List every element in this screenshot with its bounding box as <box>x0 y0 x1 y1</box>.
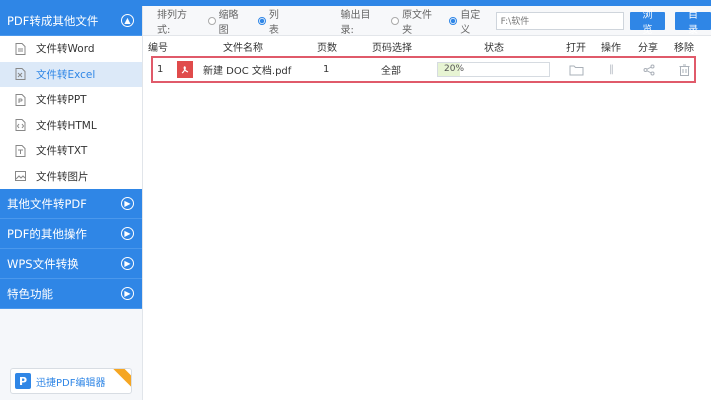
orig-folder-radio[interactable]: 原文件夹 <box>391 6 441 36</box>
col-header-status: 状态 <box>484 42 504 54</box>
table-header: 编号 文件名称 页数 页码选择 状态 打开 操作 分享 移除 <box>143 37 711 55</box>
sidebar-item-label: 文件转PPT <box>36 94 87 107</box>
pdf-editor-logo-icon: P <box>15 373 31 389</box>
thumbnail-radio[interactable]: 缩略图 <box>207 6 248 36</box>
orig-folder-label: 原文件夹 <box>402 9 433 36</box>
col-header-pages: 页数 <box>317 42 337 54</box>
custom-radio[interactable]: 自定义 <box>449 6 489 36</box>
col-header-no: 编号 <box>148 42 168 54</box>
category-pdf-other-ops[interactable]: PDF的其他操作 ▶ <box>0 219 142 249</box>
sidebar-item-label: 文件转Excel <box>36 68 96 81</box>
col-header-open: 打开 <box>566 42 586 54</box>
category-special-features[interactable]: 特色功能 ▶ <box>0 279 142 309</box>
output-dir-label: 输出目录: <box>340 9 371 36</box>
sidebar-item-excel[interactable]: 文件转Excel <box>0 61 142 87</box>
corner-ribbon <box>111 369 131 389</box>
col-header-share: 分享 <box>638 42 658 54</box>
toolbar: 排列方式: 缩略图 列表 输出目录: 原文件夹 自定义 浏览 目录 <box>143 6 711 36</box>
chevron-right-icon: ▶ <box>121 197 134 210</box>
category-other-to-pdf[interactable]: 其他文件转PDF ▶ <box>0 189 142 219</box>
col-header-range: 页码选择 <box>372 42 412 54</box>
sidebar-item-label: 文件转HTML <box>36 119 97 132</box>
sort-label: 排列方式: <box>157 9 187 36</box>
chevron-right-icon: ▶ <box>121 287 134 300</box>
doc-icon <box>14 42 26 55</box>
custom-label: 自定义 <box>460 9 481 36</box>
sidebar-item-label: 文件转图片 <box>36 170 89 183</box>
progress-cell: 20% ‖ <box>437 58 550 81</box>
list-radio[interactable]: 列表 <box>258 6 289 36</box>
chevron-right-icon: ▶ <box>121 257 134 270</box>
excel-icon <box>14 68 26 81</box>
sidebar: PDF转成其他文件 ▲ 文件转Word 文件转Excel 文件转PPT 文件转H… <box>0 6 143 400</box>
radio-selected-icon <box>258 16 266 25</box>
sidebar-item-word[interactable]: 文件转Word <box>0 36 142 62</box>
thumbnail-label: 缩略图 <box>218 9 239 36</box>
output-path-input[interactable] <box>495 11 624 30</box>
image-icon <box>14 170 26 182</box>
progress-text: 20% <box>444 64 465 74</box>
page-range-select[interactable]: 全部 <box>381 58 401 81</box>
category-label: PDF的其他操作 <box>7 226 87 241</box>
sidebar-item-image[interactable]: 文件转图片 <box>0 163 142 189</box>
promo-label: 迅捷PDF编辑器 <box>36 377 106 389</box>
sidebar-item-ppt[interactable]: 文件转PPT <box>0 87 142 113</box>
category-label: WPS文件转换 <box>7 256 79 271</box>
category-pdf-to-other[interactable]: PDF转成其他文件 ▲ <box>0 6 142 36</box>
category-label: 特色功能 <box>7 286 53 301</box>
browse-button[interactable]: 浏览 <box>629 10 666 36</box>
col-header-remove: 移除 <box>674 42 694 54</box>
file-name: 新建 DOC 文档.pdf <box>203 66 292 77</box>
chevron-up-icon: ▲ <box>121 14 134 27</box>
remove-icon[interactable] <box>679 58 690 81</box>
share-icon[interactable] <box>643 58 655 81</box>
promo-pdf-editor-button[interactable]: P 迅捷PDF编辑器 <box>10 368 132 394</box>
ppt-icon <box>14 93 26 106</box>
category-label: 其他文件转PDF <box>7 196 87 211</box>
list-label: 列表 <box>268 9 279 36</box>
page-count: 1 <box>323 64 330 75</box>
progress-bar: 20% <box>437 62 550 77</box>
sidebar-item-html[interactable]: 文件转HTML <box>0 112 142 138</box>
row-number: 1 <box>157 64 164 75</box>
col-header-action: 操作 <box>601 42 621 54</box>
sidebar-item-label: 文件转TXT <box>36 145 88 158</box>
txt-icon <box>14 144 26 157</box>
sidebar-item-txt[interactable]: 文件转TXT <box>0 138 142 164</box>
open-folder-icon[interactable] <box>569 58 584 81</box>
pdf-file-icon <box>177 58 193 81</box>
radio-icon <box>391 16 400 25</box>
category-wps-convert[interactable]: WPS文件转换 ▶ <box>0 249 142 279</box>
chevron-right-icon: ▶ <box>121 227 134 240</box>
col-header-name: 文件名称 <box>223 42 263 54</box>
html-icon <box>14 119 26 132</box>
action-pause-icon[interactable]: ‖ <box>609 58 614 81</box>
open-dir-button[interactable]: 目录 <box>675 10 711 36</box>
table-row[interactable]: 1 新建 DOC 文档.pdf 1 全部 20% ‖ ‖ <box>151 56 696 83</box>
sidebar-item-label: 文件转Word <box>36 43 95 56</box>
radio-selected-icon <box>449 16 458 25</box>
radio-icon <box>207 16 216 25</box>
category-label: PDF转成其他文件 <box>7 13 99 28</box>
